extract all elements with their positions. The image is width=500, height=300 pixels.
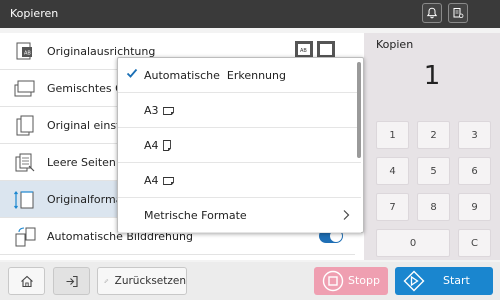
reset-button[interactable]: Zurücksetzen — [97, 267, 187, 295]
start-icon — [403, 270, 425, 292]
start-button[interactable]: Start — [395, 267, 493, 295]
keypad-key-2[interactable]: 2 — [417, 121, 450, 149]
option-label: Metrische Formate — [144, 208, 247, 222]
copies-panel: Kopien 1 1 2 3 4 5 6 7 8 9 0 C — [364, 33, 500, 260]
keypad-key-0[interactable]: 0 — [376, 229, 450, 257]
auto-rotate-icon — [15, 227, 36, 247]
access-button[interactable] — [53, 267, 90, 295]
option-label: A4 — [144, 174, 174, 187]
option-label: A4 — [144, 139, 171, 152]
stop-icon — [322, 270, 344, 292]
stop-label: Stopp — [348, 274, 380, 287]
setting-label: Originalformat — [47, 192, 127, 206]
original-format-icon — [14, 191, 34, 209]
svg-text:AB: AB — [24, 51, 31, 57]
option-label: A3 — [144, 104, 174, 117]
copies-value: 1 — [423, 61, 441, 91]
home-icon — [20, 275, 33, 287]
original-format-dropdown: Automatische Erkennung A3 A4 A4 Metrisch… — [117, 57, 364, 233]
orientation-thumbnail-icon: AB — [295, 41, 335, 57]
svg-text:AB: AB — [300, 48, 307, 54]
checkmark-icon — [126, 68, 138, 78]
option-a3-landscape[interactable]: A3 — [118, 93, 361, 128]
setting-label: Original einste — [47, 118, 128, 132]
home-button[interactable] — [8, 267, 45, 295]
landscape-paper-icon — [162, 106, 174, 115]
bell-icon — [426, 7, 438, 19]
keypad-key-5[interactable]: 5 — [417, 157, 450, 185]
title-bar: Kopieren — [0, 0, 500, 28]
original-setting-icon — [16, 115, 34, 136]
stop-button[interactable]: Stopp — [314, 267, 388, 295]
window-title: Kopieren — [10, 7, 59, 20]
copies-label: Kopien — [376, 38, 414, 51]
chevron-right-icon — [343, 210, 350, 220]
keypad-key-9[interactable]: 9 — [458, 193, 491, 221]
bottom-bar: Zurücksetzen Stopp Start — [0, 262, 500, 300]
keypad-key-1[interactable]: 1 — [376, 121, 409, 149]
keypad-key-clear[interactable]: C — [458, 229, 491, 257]
orientation-icon: AB — [16, 42, 32, 60]
option-auto-detect[interactable]: Automatische Erkennung — [118, 58, 361, 93]
keypad-key-7[interactable]: 7 — [376, 193, 409, 221]
dropdown-scrollbar[interactable] — [357, 62, 361, 158]
keypad-key-8[interactable]: 8 — [417, 193, 450, 221]
start-label: Start — [443, 274, 470, 287]
keypad-key-4[interactable]: 4 — [376, 157, 409, 185]
notification-bell-button[interactable] — [422, 3, 442, 23]
option-metric-formats[interactable]: Metrische Formate — [118, 198, 361, 233]
device-status-icon — [453, 8, 464, 18]
option-label: Automatische Erkennung — [144, 68, 286, 82]
mixed-original-icon — [14, 80, 35, 97]
option-a4-landscape[interactable]: A4 — [118, 163, 361, 198]
reset-label: Zurücksetzen — [114, 275, 186, 287]
device-status-button[interactable] — [448, 3, 468, 23]
landscape-paper-icon — [162, 176, 174, 185]
pencil-icon — [104, 279, 109, 283]
setting-label: Originalausrichtung — [47, 44, 156, 58]
option-a4-portrait[interactable]: A4 — [118, 128, 361, 163]
logout-icon — [66, 275, 78, 287]
portrait-paper-icon — [162, 140, 171, 151]
keypad-key-3[interactable]: 3 — [458, 121, 491, 149]
setting-label: Gemischtes O — [47, 81, 124, 95]
setting-label: Leere Seiten e — [47, 155, 127, 169]
keypad-key-6[interactable]: 6 — [458, 157, 491, 185]
blank-pages-icon — [15, 153, 35, 172]
